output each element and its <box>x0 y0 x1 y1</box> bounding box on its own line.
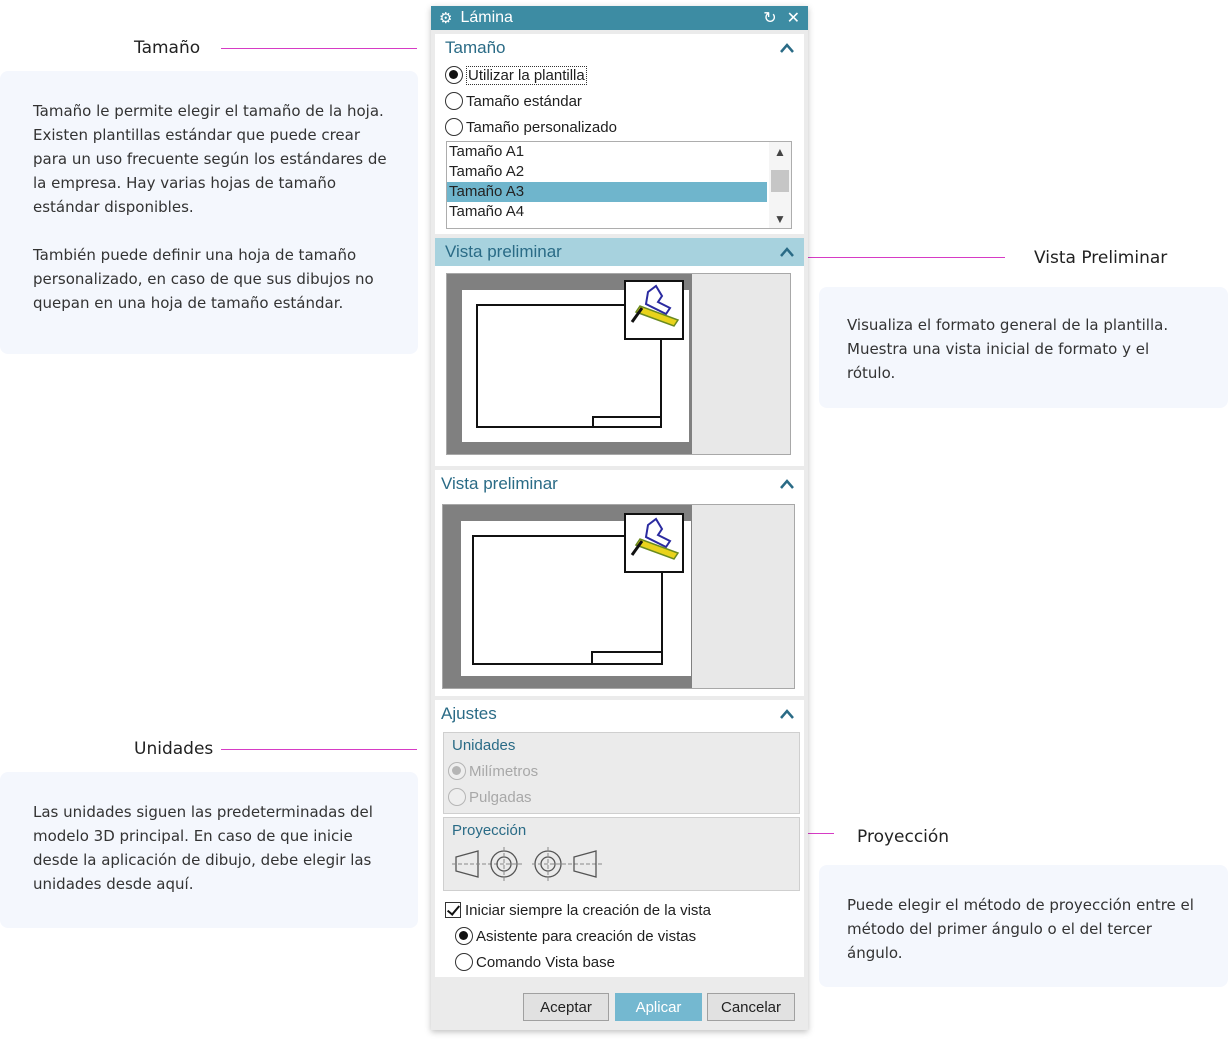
annotation-text-vista: Visualiza el formato general de la plant… <box>847 316 1169 382</box>
scroll-thumb[interactable] <box>771 170 789 192</box>
size-listbox[interactable]: Tamaño A1 Tamaño A2 Tamaño A3 Tamaño A4 … <box>446 141 792 229</box>
radio-button <box>448 762 466 780</box>
projection-group: Proyección <box>443 817 800 891</box>
annotation-text-proyeccion: Puede elegir el método de proyección ent… <box>847 896 1194 962</box>
chevron-up-icon[interactable] <box>780 479 794 489</box>
size-section: Tamaño Utilizar la plantilla Tamaño está… <box>435 34 804 234</box>
annotation-title-unidades: Unidades <box>134 739 214 759</box>
radio-button[interactable] <box>455 953 473 971</box>
list-scrollbar[interactable]: ▲ ▼ <box>769 142 791 228</box>
annotation-note-proyeccion: Puede elegir el método de proyección ent… <box>819 865 1228 987</box>
radio-button[interactable] <box>445 118 463 136</box>
size-section-title: Tamaño <box>445 38 506 57</box>
preview-title-block <box>592 416 662 428</box>
radio-millimeters: Milímetros <box>444 758 799 784</box>
list-item-selected[interactable]: Tamaño A3 <box>447 182 767 202</box>
radio-standard-size[interactable]: Tamaño estándar <box>445 88 804 114</box>
units-group: Unidades Milímetros Pulgadas <box>443 732 800 814</box>
preview-1-header[interactable]: Vista preliminar <box>435 238 804 266</box>
dialog-titlebar[interactable]: ⚙ Lámina ↻ ✕ <box>431 6 808 30</box>
annotation-text-tamano-1: Tamaño le permite elegir el tamaño de la… <box>33 102 387 216</box>
list-item[interactable]: Tamaño A2 <box>447 162 767 182</box>
template-preview-image <box>446 273 791 455</box>
radio-button[interactable] <box>445 66 463 84</box>
preview-section-1: Vista preliminar <box>435 238 804 466</box>
preview-2-header[interactable]: Vista preliminar <box>435 470 804 498</box>
settings-section: Ajustes Unidades Milímetros Pulgadas Pro… <box>435 700 804 977</box>
annotation-line-unidades <box>221 749 417 750</box>
radio-label-base-view-command: Comando Vista base <box>476 953 615 971</box>
radio-label-custom-size: Tamaño personalizado <box>466 118 617 136</box>
scroll-down-icon[interactable]: ▼ <box>774 212 786 226</box>
always-start-view-checkbox[interactable]: Iniciar siempre la creación de la vista <box>445 897 804 923</box>
logo-icon <box>624 280 684 340</box>
radio-custom-size[interactable]: Tamaño personalizado <box>445 114 804 140</box>
annotation-text-tamano-2: También puede definir una hoja de tamaño… <box>33 246 374 312</box>
apply-button[interactable]: Aplicar <box>615 993 702 1021</box>
annotation-line-vista <box>808 257 1005 258</box>
scroll-up-icon[interactable]: ▲ <box>774 145 786 159</box>
first-angle-projection-icon[interactable] <box>452 847 526 881</box>
annotation-title-tamano: Tamaño <box>134 38 201 58</box>
radio-inches: Pulgadas <box>444 784 799 810</box>
radio-button <box>448 788 466 806</box>
radio-label-view-wizard: Asistente para creación de vistas <box>476 927 697 945</box>
preview-title-block <box>591 651 663 665</box>
annotation-note-vista: Visualiza el formato general de la plant… <box>819 287 1228 408</box>
radio-base-view-command[interactable]: Comando Vista base <box>445 949 804 975</box>
annotation-note-unidades: Las unidades siguen las predeterminadas … <box>0 772 418 928</box>
lamina-dialog: ⚙ Lámina ↻ ✕ Tamaño Utilizar la plantill… <box>431 6 808 1030</box>
size-section-header[interactable]: Tamaño <box>435 34 804 62</box>
ok-button[interactable]: Aceptar <box>523 993 609 1021</box>
logo-icon <box>624 513 684 573</box>
radio-label-standard-size: Tamaño estándar <box>466 92 582 110</box>
close-icon[interactable]: ✕ <box>787 8 800 28</box>
annotation-title-proyeccion: Proyección <box>857 827 950 847</box>
list-item[interactable]: Tamaño A1 <box>447 142 767 162</box>
template-preview-image <box>442 504 795 689</box>
annotation-title-vista: Vista Preliminar <box>1034 248 1168 268</box>
radio-use-template[interactable]: Utilizar la plantilla <box>445 62 804 88</box>
radio-label-millimeters: Milímetros <box>469 762 539 780</box>
chevron-up-icon[interactable] <box>780 709 794 719</box>
gear-icon: ⚙ <box>439 10 453 27</box>
annotation-text-unidades: Las unidades siguen las predeterminadas … <box>33 803 373 893</box>
always-start-view-label: Iniciar siempre la creación de la vista <box>465 901 711 919</box>
preview-2-title: Vista preliminar <box>441 474 558 493</box>
radio-button[interactable] <box>445 92 463 110</box>
settings-header[interactable]: Ajustes <box>435 700 804 728</box>
reset-icon[interactable]: ↻ <box>763 8 776 28</box>
chevron-up-icon[interactable] <box>780 43 794 53</box>
cancel-button[interactable]: Cancelar <box>707 993 795 1021</box>
settings-title: Ajustes <box>441 704 497 723</box>
projection-group-title: Proyección <box>452 822 527 839</box>
list-item[interactable]: Tamaño A4 <box>447 202 767 222</box>
annotation-line-tamano <box>221 48 417 49</box>
preview-section-2: Vista preliminar <box>435 470 804 696</box>
radio-button[interactable] <box>455 927 473 945</box>
annotation-note-tamano: Tamaño le permite elegir el tamaño de la… <box>0 71 418 354</box>
radio-label-inches: Pulgadas <box>469 788 532 806</box>
preview-1-title: Vista preliminar <box>445 242 562 261</box>
radio-label-use-template: Utilizar la plantilla <box>466 65 587 85</box>
dialog-title: Lámina <box>460 9 513 26</box>
third-angle-projection-icon[interactable] <box>532 847 606 881</box>
chevron-up-icon[interactable] <box>780 247 794 257</box>
units-group-title: Unidades <box>452 737 516 754</box>
radio-view-wizard[interactable]: Asistente para creación de vistas <box>445 923 804 949</box>
checkbox[interactable] <box>445 902 461 918</box>
